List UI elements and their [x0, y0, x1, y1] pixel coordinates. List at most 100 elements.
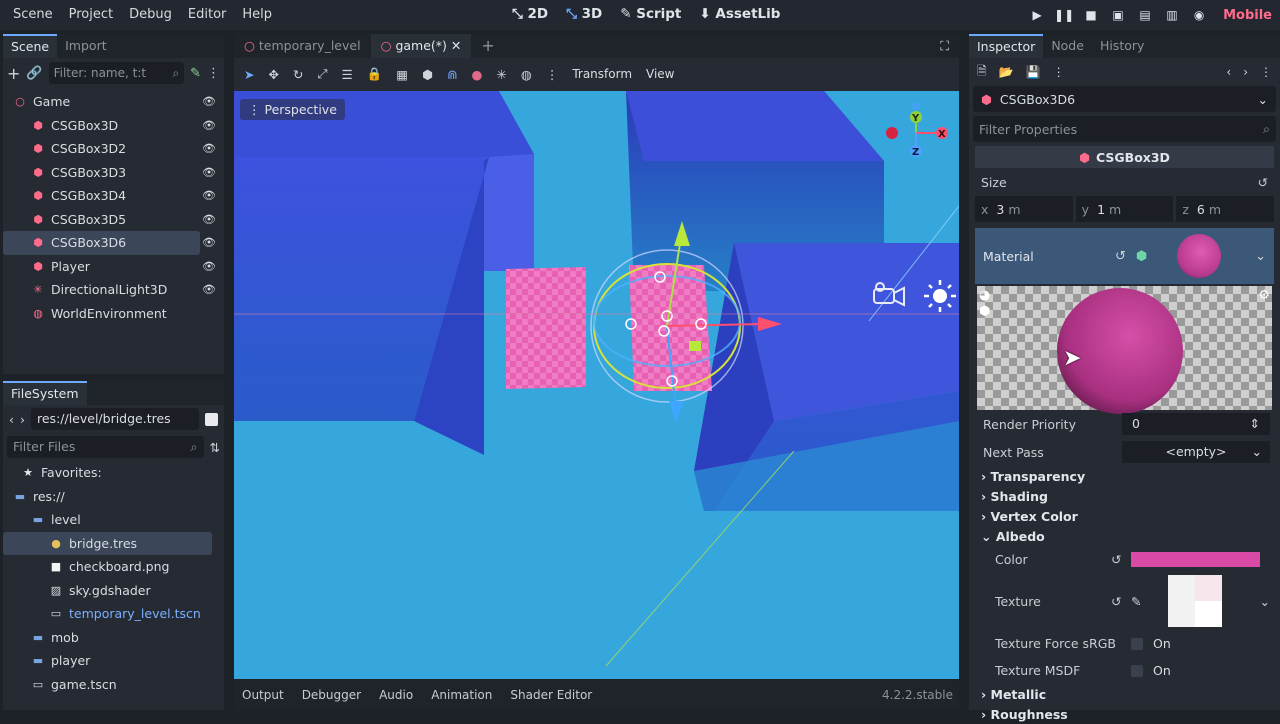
file-item-temporary-level-tscn[interactable]: ▭ temporary_level.tscn — [3, 602, 224, 626]
file-item-mob[interactable]: ▬ mob — [3, 626, 224, 650]
more-icon[interactable]: ⋮ — [1053, 65, 1065, 79]
shape-toggle-icon[interactable]: ⬢ — [979, 304, 990, 319]
save-resource-icon[interactable]: 💾 — [1026, 65, 1041, 79]
scale-tool-icon[interactable]: ⤢ — [317, 66, 327, 82]
tab-game[interactable]: ○ game(*) ✕ — [370, 34, 472, 58]
history-back-icon[interactable]: ‹ — [1226, 65, 1231, 79]
play-custom-icon[interactable]: ▥ — [1165, 8, 1179, 22]
albedo-texture-thumb[interactable] — [1168, 575, 1222, 627]
tab-audio[interactable]: Audio — [379, 688, 413, 702]
scene-node-csgbox3d2[interactable]: ⬢ CSGBox3D2 👁 — [3, 137, 224, 161]
scene-node-worldenvironment[interactable]: ◍ WorldEnvironment — [3, 302, 224, 326]
tab-temporary-level[interactable]: ○ temporary_level — [234, 34, 371, 58]
fullscreen-icon[interactable]: ⛶ — [930, 34, 959, 58]
tab-output[interactable]: Output — [242, 688, 284, 702]
visibility-eye-icon[interactable]: 👁 — [202, 283, 216, 296]
section-vertex-color[interactable]: › Vertex Color — [969, 506, 1280, 526]
new-resource-icon[interactable]: 🗎 — [977, 62, 987, 83]
preview-settings-icon[interactable]: ⚙ — [1258, 288, 1270, 303]
add-node-icon[interactable]: + — [7, 64, 20, 83]
mode-2d-button[interactable]: ⤡ 2D — [512, 0, 548, 28]
file-item-res-[interactable]: ▬ res:// — [3, 485, 224, 509]
move-tool-icon[interactable]: ✥ — [268, 67, 278, 82]
script-icon[interactable]: ✎ — [190, 66, 201, 81]
movie-maker-icon[interactable]: ◉ — [1192, 8, 1206, 22]
scene-node-player[interactable]: ⬢ Player 👁 — [3, 255, 224, 279]
visibility-eye-icon[interactable]: 👁 — [202, 119, 216, 132]
scene-node-csgbox3d5[interactable]: ⬢ CSGBox3D5 👁 — [3, 208, 224, 232]
section-metallic[interactable]: › Metallic — [969, 684, 1280, 704]
menu-debug[interactable]: Debug — [121, 0, 180, 30]
menu-help[interactable]: Help — [234, 0, 280, 30]
tab-import[interactable]: Import — [57, 34, 115, 58]
mode-script-button[interactable]: ✎ Script — [620, 0, 681, 28]
render-priority-field[interactable]: 0 ⇕ — [1122, 413, 1270, 435]
remote-debug-icon[interactable]: ▣ — [1111, 8, 1125, 22]
more-icon[interactable]: ⋮ — [546, 67, 559, 82]
transform-menu[interactable]: Transform — [572, 67, 632, 81]
section-shading[interactable]: › Shading — [969, 486, 1280, 506]
forward-icon[interactable]: › — [20, 412, 25, 427]
texture-msdf-checkbox[interactable]: On — [1131, 663, 1171, 678]
reset-icon[interactable]: ↺ — [1111, 552, 1121, 567]
scene-node-csgbox3d6[interactable]: ⬢ CSGBox3D6 👁 — [3, 231, 216, 255]
3d-scene-render[interactable]: Y X Z — [234, 91, 959, 679]
visibility-eye-icon[interactable]: 👁 — [202, 213, 216, 226]
tab-scene[interactable]: Scene — [3, 34, 58, 58]
section-transparency[interactable]: › Transparency — [969, 466, 1280, 486]
tab-debugger[interactable]: Debugger — [302, 688, 361, 702]
filter-properties-input[interactable]: Filter Properties ⌕ — [973, 116, 1276, 142]
open-resource-icon[interactable]: 📂 — [999, 65, 1014, 79]
scene-node-game[interactable]: ○ Game 👁 — [3, 90, 224, 114]
history-forward-icon[interactable]: › — [1243, 65, 1248, 79]
tab-inspector[interactable]: Inspector — [969, 34, 1044, 58]
tab-node[interactable]: Node — [1043, 34, 1092, 58]
section-roughness[interactable]: › Roughness — [969, 704, 1280, 724]
lock-icon[interactable]: 🔒 — [367, 66, 383, 82]
sort-icon[interactable]: ⇅ — [210, 440, 220, 455]
group-icon[interactable]: ▦ — [396, 67, 408, 82]
tab-shader-editor[interactable]: Shader Editor — [510, 688, 592, 702]
camera-preview-icon[interactable]: ● — [471, 67, 482, 82]
reset-icon[interactable]: ↺ — [1115, 249, 1126, 264]
menu-scene[interactable]: Scene — [5, 0, 61, 30]
close-icon[interactable]: ✕ — [451, 38, 461, 53]
albedo-color-swatch[interactable] — [1131, 551, 1260, 567]
texture-edit-icon[interactable]: ✎ — [1131, 594, 1141, 609]
pause-icon[interactable]: ❚❚ — [1054, 8, 1074, 22]
visibility-eye-icon[interactable]: 👁 — [202, 189, 216, 202]
environment-toggle-icon[interactable]: ◍ — [521, 67, 532, 82]
section-albedo[interactable]: ⌄ Albedo — [969, 526, 1280, 546]
select-tool-icon[interactable]: ➤ — [244, 67, 254, 82]
play-icon[interactable]: ▶ — [1030, 8, 1044, 22]
local-space-icon[interactable]: ⬢ — [422, 67, 433, 82]
tab-animation[interactable]: Animation — [431, 688, 492, 702]
size-z-field[interactable]: z6 m — [1176, 196, 1275, 222]
visibility-eye-icon[interactable]: 👁 — [202, 260, 216, 273]
scene-node-csgbox3d4[interactable]: ⬢ CSGBox3D4 👁 — [3, 184, 224, 208]
reset-icon[interactable]: ↺ — [1258, 175, 1268, 190]
split-toggle-icon[interactable] — [205, 412, 218, 426]
file-filter-input[interactable]: Filter Files ⌕ — [7, 436, 204, 458]
perspective-menu[interactable]: ⋮ Perspective — [240, 99, 345, 120]
scene-node-csgbox3d[interactable]: ⬢ CSGBox3D 👁 — [3, 114, 224, 138]
snap-icon[interactable]: ⋒ — [447, 67, 457, 82]
link-icon[interactable]: 🔗 — [26, 66, 42, 81]
scene-node-directionallight3d[interactable]: ✳ DirectionalLight3D 👁 — [3, 278, 224, 302]
file-item-sky-gdshader[interactable]: ▨ sky.gdshader — [3, 579, 224, 603]
more-icon[interactable]: ⋮ — [207, 66, 220, 81]
view-menu[interactable]: View — [646, 67, 674, 81]
back-icon[interactable]: ‹ — [9, 412, 14, 427]
rotate-tool-icon[interactable]: ↻ — [293, 67, 303, 82]
file-item-game-tscn[interactable]: ▭ game.tscn — [3, 673, 224, 697]
visibility-eye-icon[interactable]: 👁 — [202, 95, 216, 108]
file-item-bridge-tres[interactable]: ● bridge.tres — [3, 531, 212, 555]
object-selector[interactable]: ⬢ CSGBox3D6 ⌄ — [973, 86, 1276, 112]
size-y-field[interactable]: y1 m — [1075, 196, 1174, 222]
stop-icon[interactable]: ■ — [1084, 8, 1098, 22]
tab-filesystem[interactable]: FileSystem — [3, 381, 87, 405]
menu-project[interactable]: Project — [61, 0, 121, 30]
chevron-down-icon[interactable]: ⌄ — [1255, 249, 1266, 264]
material-preview-thumb[interactable] — [1177, 234, 1222, 278]
tab-history[interactable]: History — [1092, 34, 1152, 58]
